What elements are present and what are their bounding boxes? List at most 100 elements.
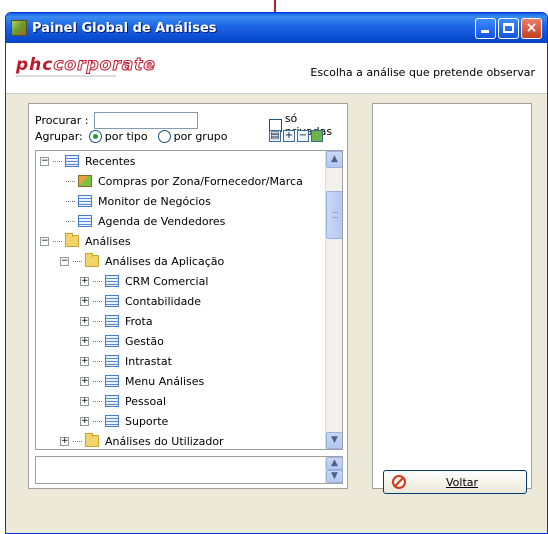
- tree-connector: [73, 260, 82, 262]
- grip-icon: [332, 212, 338, 218]
- tree-connector: [66, 200, 75, 202]
- tree-label: CRM Comercial: [125, 274, 209, 288]
- tree-label: Análises: [85, 234, 131, 248]
- tree-scrollbar[interactable]: ▲ ▼: [325, 151, 342, 449]
- scroll-thumb[interactable]: [326, 191, 342, 239]
- grouping-label: Agrupar:: [35, 130, 83, 143]
- tree-node-contabilidade[interactable]: + Contabilidade: [36, 291, 324, 311]
- description-scrollbar[interactable]: ▲ ▼: [325, 457, 343, 483]
- title-bar[interactable]: Painel Global de Análises ×: [6, 13, 547, 43]
- tree-item-recent[interactable]: Monitor de Negócios: [36, 191, 324, 211]
- maximize-button[interactable]: [498, 17, 519, 39]
- refresh-icon[interactable]: [311, 130, 323, 142]
- tree-label: Intrastat: [125, 354, 172, 368]
- expand-icon[interactable]: +: [80, 356, 89, 366]
- tree-node-recent[interactable]: − Recentes: [36, 151, 324, 171]
- desc-scroll-down-button[interactable]: ▼: [326, 470, 343, 483]
- tree-connector: [53, 240, 62, 242]
- back-button[interactable]: Voltar: [383, 470, 527, 494]
- collapse-icon[interactable]: −: [40, 236, 49, 246]
- tree-node-crm[interactable]: + CRM Comercial: [36, 271, 324, 291]
- tree-options-icon[interactable]: ▤: [269, 130, 281, 142]
- tree-node-menu-analises[interactable]: + Menu Análises: [36, 371, 324, 391]
- minimize-button[interactable]: [475, 17, 496, 39]
- tree-connector: [93, 420, 102, 422]
- report-icon: [78, 195, 92, 207]
- expand-icon[interactable]: +: [80, 316, 89, 326]
- desc-scroll-up-button[interactable]: ▲: [326, 457, 343, 470]
- logo-part-phc: phc: [16, 55, 54, 75]
- folder-icon: [65, 233, 79, 247]
- close-button[interactable]: ×: [521, 17, 542, 39]
- tree-label: Suporte: [125, 414, 169, 428]
- search-input[interactable]: [94, 112, 199, 129]
- app-icon: [11, 20, 27, 36]
- expand-icon[interactable]: +: [80, 376, 89, 386]
- back-button-label: Voltar: [446, 475, 479, 489]
- report-icon: [105, 415, 119, 427]
- tree-node-frota[interactable]: + Frota: [36, 311, 324, 331]
- tree-node-suporte[interactable]: + Suporte: [36, 411, 324, 431]
- collapse-icon[interactable]: −: [60, 256, 69, 266]
- search-label: Procurar :: [35, 114, 89, 127]
- header-separator: [6, 93, 547, 94]
- tree-connector: [53, 160, 62, 162]
- collapse-icon[interactable]: −: [40, 156, 49, 166]
- tree-node-gestao[interactable]: + Gestão: [36, 331, 324, 351]
- tree-label: Frota: [125, 314, 153, 328]
- folder-icon: [85, 433, 99, 447]
- header: phccorporate Escolha a análise que prete…: [6, 43, 547, 93]
- tree-label: Gestão: [125, 334, 164, 348]
- logo-underline: [16, 75, 116, 77]
- minimize-icon: [481, 29, 489, 33]
- search-row: Procurar :: [35, 112, 199, 129]
- tree-connector: [93, 300, 102, 302]
- expand-icon[interactable]: +: [60, 436, 69, 446]
- tree-connector: [93, 400, 102, 402]
- report-icon: [105, 335, 119, 347]
- tree-node-analyses[interactable]: − Análises: [36, 231, 324, 251]
- analysis-preview-panel: [372, 103, 532, 489]
- back-icon: [392, 475, 406, 489]
- scroll-down-button[interactable]: ▼: [326, 432, 342, 449]
- radio-by-group-label[interactable]: por grupo: [174, 130, 228, 143]
- tree-item-recent[interactable]: Compras por Zona/Fornecedor/Marca: [36, 171, 324, 191]
- tree-node-pessoal[interactable]: + Pessoal: [36, 391, 324, 411]
- scroll-up-button[interactable]: ▲: [326, 151, 342, 168]
- tree-label: Agenda de Vendedores: [98, 214, 226, 228]
- expand-icon[interactable]: +: [80, 396, 89, 406]
- expand-icon[interactable]: +: [80, 276, 89, 286]
- expand-icon[interactable]: +: [80, 296, 89, 306]
- report-icon: [65, 155, 79, 167]
- report-icon: [105, 295, 119, 307]
- tree-node-intrastat[interactable]: + Intrastat: [36, 351, 324, 371]
- radio-by-type[interactable]: [88, 130, 102, 143]
- report-icon: [105, 395, 119, 407]
- expand-icon[interactable]: +: [80, 416, 89, 426]
- radio-by-group[interactable]: [157, 130, 171, 143]
- radio-by-type-label[interactable]: por tipo: [105, 130, 148, 143]
- analysis-browser-panel: Procurar : só privadas Agrupar: por tipo…: [28, 103, 348, 489]
- cube-icon: [78, 175, 92, 187]
- maximize-icon: [503, 22, 514, 33]
- logo-part-corporate: corporate: [53, 55, 156, 76]
- grouping-row: Agrupar: por tipo por grupo: [35, 130, 228, 143]
- tree-label: Menu Análises: [125, 374, 205, 388]
- collapse-all-icon[interactable]: −: [297, 130, 309, 142]
- report-icon: [105, 275, 119, 287]
- top-edge-marker: [274, 0, 276, 12]
- folder-icon: [85, 253, 99, 267]
- analysis-tree: − Recentes Compras por Zona/Fornecedor/M…: [35, 150, 343, 450]
- expand-all-icon[interactable]: +: [283, 130, 295, 142]
- expand-icon[interactable]: +: [80, 336, 89, 346]
- tree-node-app-analyses[interactable]: − Análises da Aplicação: [36, 251, 324, 271]
- report-icon: [78, 215, 92, 227]
- tree-node-user-analyses[interactable]: + Análises do Utilizador: [36, 431, 324, 449]
- instruction-text: Escolha a análise que pretende observar: [310, 66, 535, 79]
- tree-connector: [66, 180, 75, 182]
- tree-connector: [73, 440, 82, 442]
- tree-label: Recentes: [85, 154, 136, 168]
- report-icon: [105, 375, 119, 387]
- tree-label: Monitor de Negócios: [98, 194, 211, 208]
- tree-item-recent[interactable]: Agenda de Vendedores: [36, 211, 324, 231]
